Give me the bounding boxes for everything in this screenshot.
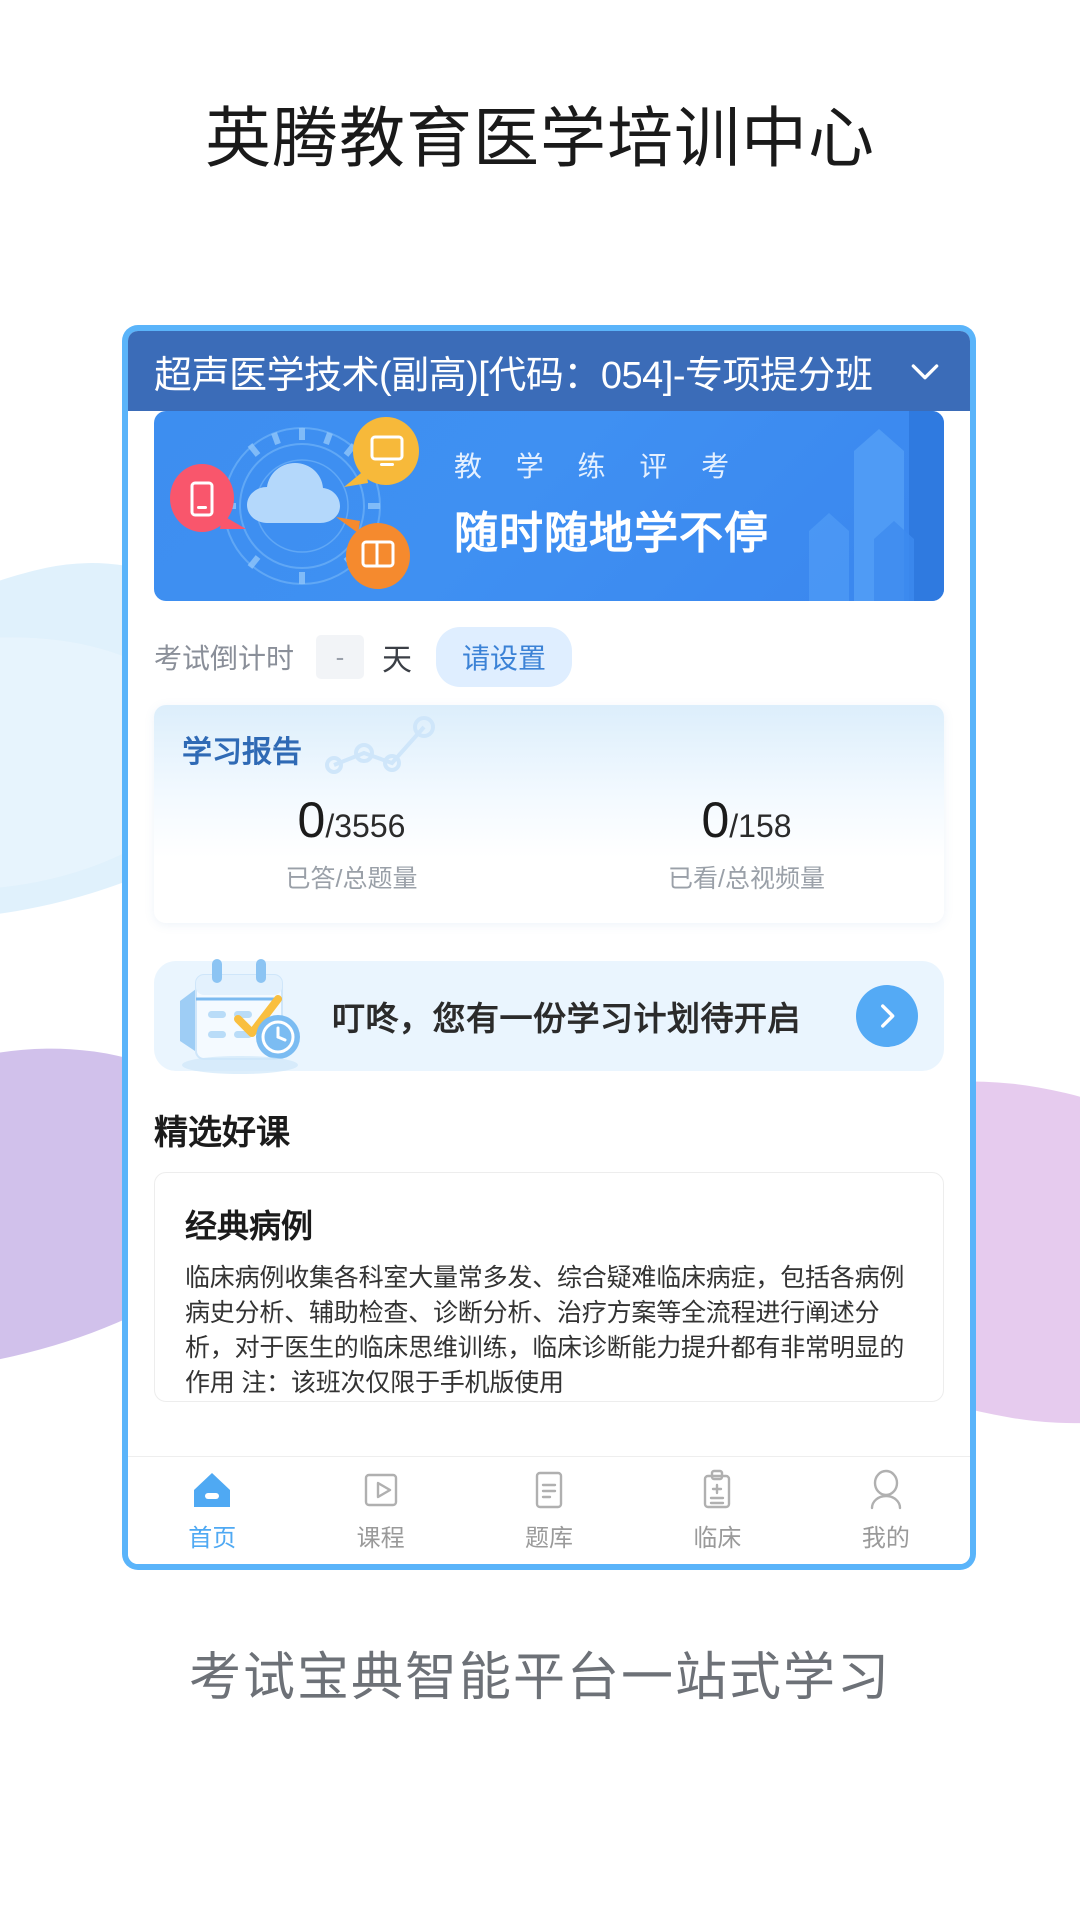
study-plan-banner[interactable]: 叮咚，您有一份学习计划待开启 — [154, 959, 944, 1074]
play-square-icon — [364, 1473, 397, 1507]
study-report-card[interactable]: 学习报告 0/3556 已答/总题量 0/158 已看/总视频量 — [154, 705, 944, 923]
stat-videos-total: /158 — [729, 808, 792, 844]
promo-banner[interactable]: 教 学 练 评 考 随时随地学不停 — [154, 411, 944, 601]
stat-answered-total: /3556 — [325, 808, 406, 844]
banner-bubble-yellow — [344, 417, 419, 487]
question-bank-icon — [535, 1471, 563, 1509]
study-plan-text: 叮咚，您有一份学习计划待开启 — [332, 1000, 801, 1037]
stat-videos-value: 0/158 — [549, 791, 944, 849]
phone-screen: 超声医学技术(副高)[代码：054]-专项提分班 教 学 练 评 考 随时随地学… — [128, 331, 970, 1564]
report-chart-icon — [325, 716, 435, 774]
course-description: 临床病例收集各科室大量常多发、综合疑难临床病症，包括各病例病史分析、辅助检查、诊… — [185, 1264, 905, 1397]
tab-question-bank-label: 题库 — [525, 1525, 574, 1552]
stat-videos-caption: 已看/总视频量 — [668, 865, 825, 893]
tab-home-label: 首页 — [188, 1525, 237, 1552]
tab-clinical[interactable]: 临床 — [633, 1468, 801, 1553]
tab-home[interactable]: 首页 — [128, 1468, 296, 1553]
study-plan-arrow-button[interactable] — [856, 985, 918, 1047]
banner-subtitle: 教 学 练 评 考 — [454, 451, 743, 482]
course-title-text: 超声医学技术(副高)[代码：054]-专项提分班 — [154, 354, 873, 397]
course-card[interactable]: 经典病例 临床病例收集各科室大量常多发、综合疑难临床病症，包括各病例病史分析、辅… — [154, 1172, 944, 1402]
tab-profile-label: 我的 — [861, 1525, 910, 1552]
set-countdown-button[interactable]: 请设置 — [436, 627, 573, 687]
countdown-label: 考试倒计时 — [154, 643, 295, 674]
stat-videos-current: 0 — [701, 792, 730, 848]
app-titlebar[interactable]: 超声医学技术(副高)[代码：054]-专项提分班 — [128, 331, 970, 411]
course-name: 经典病例 — [185, 1208, 314, 1244]
bottom-tabbar: 首页 课程 题库 临床 我的 — [128, 1456, 970, 1564]
banner-text-block: 教 学 练 评 考 随时随地学不停 — [454, 445, 769, 561]
countdown-unit: 天 — [382, 644, 413, 677]
stat-answered-value: 0/3556 — [154, 791, 549, 849]
study-report-title: 学习报告 — [182, 736, 302, 769]
stat-answered: 0/3556 已答/总题量 — [154, 791, 549, 895]
phone-frame: 超声医学技术(副高)[代码：054]-专项提分班 教 学 练 评 考 随时随地学… — [122, 325, 976, 1570]
calendar-clock-icon — [180, 959, 300, 1074]
tab-profile[interactable]: 我的 — [802, 1468, 970, 1553]
banner-cloud-art — [170, 417, 419, 589]
clipboard-icon — [704, 1469, 731, 1509]
study-report-stats: 0/3556 已答/总题量 0/158 已看/总视频量 — [154, 791, 944, 895]
tab-question-bank[interactable]: 题库 — [465, 1468, 633, 1553]
stat-videos: 0/158 已看/总视频量 — [549, 791, 944, 895]
page-title: 英腾教育医学培训中心 — [205, 101, 875, 175]
stat-answered-current: 0 — [297, 792, 326, 848]
tab-courses-label: 课程 — [356, 1525, 405, 1552]
banner-headline: 随时随地学不停 — [454, 509, 769, 558]
screenshot-root: 英腾教育医学培训中心 超声医学技术(副高)[代码：054]-专项提分班 教 学 … — [0, 0, 1080, 1920]
banner-bubble-orange — [336, 517, 410, 589]
app-content: 教 学 练 评 考 随时随地学不停 考试倒计时 - 天 请设置 学习报告 0/3… — [128, 411, 970, 1456]
exam-countdown-row: 考试倒计时 - 天 请设置 — [128, 601, 970, 705]
tab-clinical-label: 临床 — [693, 1525, 742, 1552]
chevron-down-icon[interactable] — [902, 348, 948, 394]
home-icon — [194, 1473, 231, 1507]
footer-caption: 考试宝典智能平台一站式学习 — [188, 1649, 891, 1707]
user-icon — [870, 1469, 902, 1510]
countdown-days-value: - — [316, 635, 365, 679]
tab-courses[interactable]: 课程 — [296, 1468, 464, 1553]
featured-section-title: 精选好课 — [154, 1114, 290, 1152]
stat-answered-caption: 已答/总题量 — [285, 865, 418, 893]
banner-bubble-red — [170, 464, 246, 532]
